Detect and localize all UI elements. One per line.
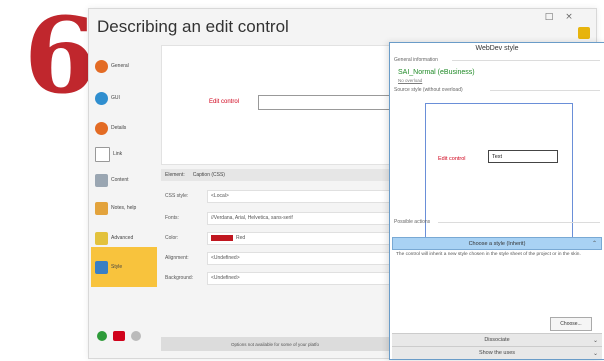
property-label: CSS style: [165, 193, 189, 199]
property-row-fonts[interactable]: Fonts: //Verdana, Arial, Helvetica, sans… [161, 211, 391, 225]
property-value[interactable]: <Undefined> [207, 271, 391, 285]
property-value-text: <Local> [211, 193, 229, 199]
sidebar-item-details[interactable]: Details [95, 117, 157, 139]
action-description: The control will inherit a new style cho… [396, 252, 581, 257]
ok-icon[interactable] [97, 331, 107, 341]
advanced-icon [95, 231, 108, 245]
tree-icon[interactable] [113, 331, 125, 341]
main-area: Edit control Element: Caption (CSS) CSS … [161, 45, 396, 357]
platform-warning-bar: Options not available for some of your p… [161, 337, 393, 351]
color-swatch [211, 235, 233, 241]
step-number: 6 [24, 8, 92, 100]
sidebar-item-gui[interactable]: GUI [95, 87, 157, 109]
sidebar-item-notes-help[interactable]: Notes, help [95, 197, 157, 219]
webdev-style-panel: WebDev style General information SAI_Nor… [389, 42, 604, 360]
divider [438, 222, 600, 223]
sidebar-item-label: General [111, 63, 129, 69]
source-edit-input[interactable]: Text [488, 150, 558, 163]
sidebar-item-label: Notes, help [111, 205, 137, 211]
divider [490, 90, 600, 91]
step-number-graphic: 6 [24, 8, 92, 100]
property-value[interactable]: //Verdana, Arial, Helvetica, sans-serif [207, 211, 391, 225]
style-icon [95, 260, 108, 274]
close-button[interactable]: × [562, 12, 576, 22]
details-icon [95, 121, 108, 135]
minimize-button[interactable]: □ [542, 12, 556, 22]
sidebar-item-advanced[interactable]: Advanced [95, 227, 157, 249]
property-row-background[interactable]: Background: <Undefined> [161, 271, 391, 285]
gui-icon [95, 91, 108, 105]
sidebar-item-style[interactable]: Style [91, 247, 157, 287]
sidebar: General GUI Details Link Content Notes, … [91, 45, 157, 357]
property-label: Fonts: [165, 215, 179, 221]
window-title: Describing an edit control [97, 17, 289, 36]
element-value: Caption (CSS) [192, 172, 225, 178]
element-label: Element: [165, 172, 185, 178]
no-override-link[interactable]: No overload [398, 78, 422, 83]
choose-style-label: Choose a style (Inherit) [468, 240, 526, 247]
sidebar-item-content[interactable]: Content [95, 169, 157, 191]
source-style-preview: Edit control Text [425, 103, 573, 247]
show-uses-label: Show the uses [478, 350, 516, 356]
sidebar-item-general[interactable]: General [95, 55, 157, 77]
choose-style-option[interactable]: Choose a style (Inherit) ⌃ [392, 237, 602, 250]
chevron-up-icon: ⌃ [591, 241, 597, 247]
sidebar-item-label: Advanced [111, 235, 134, 241]
property-row-color[interactable]: Color: Red [161, 231, 391, 245]
preview-area: Edit control [161, 45, 396, 165]
property-row-css-style[interactable]: CSS style: <Local> [161, 189, 391, 203]
property-label: Alignment: [165, 255, 189, 261]
property-value-text: //Verdana, Arial, Helvetica, sans-serif [211, 215, 293, 221]
source-style-heading: Source style (without overload) [394, 87, 463, 93]
general-information-heading: General information [394, 57, 438, 63]
sidebar-item-label: Style [111, 264, 123, 270]
property-row-alignment[interactable]: Alignment: <Undefined> [161, 251, 391, 265]
general-icon [95, 59, 108, 73]
property-label: Color: [165, 235, 179, 241]
property-label: Background: [165, 275, 194, 281]
link-icon [95, 146, 110, 162]
notes-help-icon [95, 201, 108, 215]
property-value[interactable]: <Undefined> [207, 251, 391, 265]
dissociate-label: Dissociate [484, 337, 510, 343]
property-value-text: Red [236, 235, 246, 241]
preview-edit-box[interactable] [258, 95, 396, 110]
choose-button[interactable]: Choose... [550, 317, 592, 331]
property-value-text: <Undefined> [211, 275, 240, 281]
chevron-down-icon: ⌄ [592, 350, 598, 357]
sidebar-item-link[interactable]: Link [95, 143, 157, 165]
sidebar-item-label: Link [113, 151, 123, 157]
content-icon [95, 173, 108, 187]
help-icon[interactable] [131, 331, 141, 341]
lock-icon[interactable] [578, 27, 590, 39]
property-value[interactable]: <Local> [207, 189, 391, 203]
property-value[interactable]: Red [207, 231, 391, 245]
chevron-down-icon: ⌄ [592, 337, 598, 344]
sidebar-item-label: GUI [111, 95, 120, 101]
platform-warning-text: Options not available for some of your p… [231, 341, 320, 347]
sidebar-item-label: Details [111, 125, 127, 131]
style-name: SAI_Normal (eBusiness) [398, 69, 475, 76]
show-uses-option[interactable]: Show the uses ⌄ [392, 346, 602, 359]
preview-edit-label: Edit control [209, 99, 240, 105]
sidebar-item-label: Content [111, 177, 129, 183]
source-edit-label: Edit control [438, 156, 466, 162]
panel-title: WebDev style [475, 45, 519, 52]
divider [452, 60, 600, 61]
dissociate-option[interactable]: Dissociate ⌄ [392, 333, 602, 346]
footer-icons [97, 331, 141, 341]
element-row[interactable]: Element: Caption (CSS) [161, 169, 391, 181]
property-value-text: <Undefined> [211, 255, 240, 261]
possible-actions-heading: Possible actions [394, 219, 431, 225]
